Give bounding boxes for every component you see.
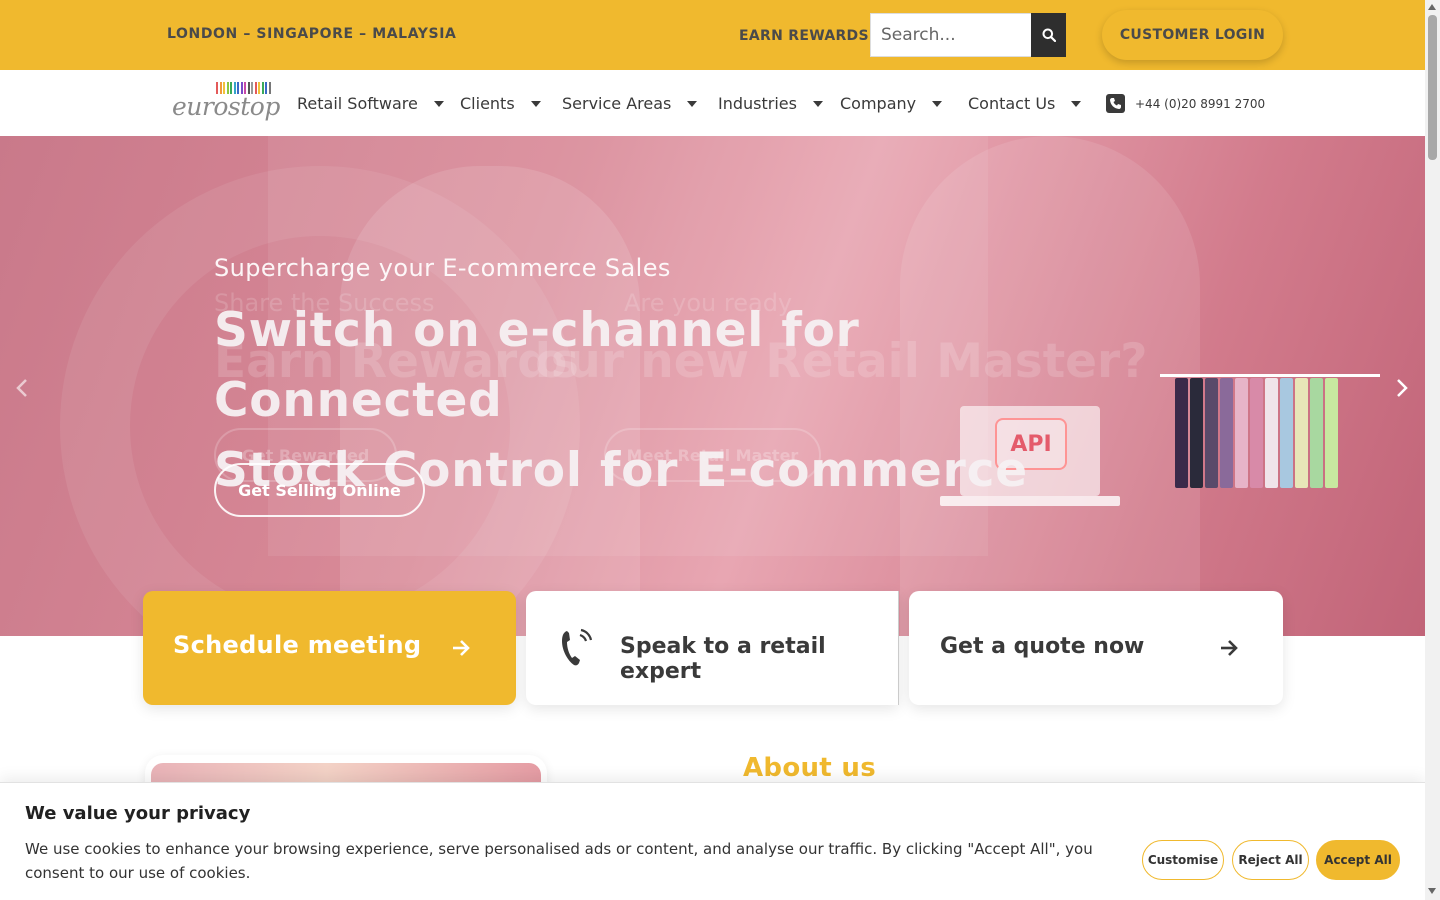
caret-down-icon bbox=[932, 100, 943, 107]
nav-company[interactable]: Company bbox=[840, 94, 943, 113]
nav-label: Service Areas bbox=[562, 94, 672, 113]
nav-retail-software[interactable]: Retail Software bbox=[297, 94, 444, 113]
caret-down-icon bbox=[812, 100, 823, 107]
customer-login-button[interactable]: CUSTOMER LOGIN bbox=[1102, 10, 1283, 60]
speak-to-expert-label: Speak to a retail expert bbox=[620, 634, 826, 684]
eurostop-logo[interactable]: eurostop bbox=[172, 82, 280, 124]
nav-label: Retail Software bbox=[297, 94, 418, 113]
speak-to-expert-card[interactable]: Speak to a retail expert bbox=[526, 591, 898, 705]
chevron-right-icon bbox=[1397, 379, 1408, 397]
search-button[interactable] bbox=[1031, 13, 1066, 57]
arrow-right-icon bbox=[1221, 640, 1238, 656]
phone-link[interactable]: +44 (0)20 8991 2700 bbox=[1106, 94, 1265, 113]
logo-wordmark: eurostop bbox=[172, 92, 280, 121]
nav-label: Company bbox=[840, 94, 917, 113]
caret-down-icon bbox=[1071, 100, 1082, 107]
clothing-rack-illustration bbox=[1160, 366, 1400, 488]
nav-label: Industries bbox=[718, 94, 797, 113]
cookie-description: We use cookies to enhance your browsing … bbox=[25, 840, 1093, 882]
phone-ringing-icon bbox=[562, 628, 593, 666]
reject-all-button[interactable]: Reject All bbox=[1232, 840, 1309, 880]
customise-button[interactable]: Customise bbox=[1142, 840, 1224, 880]
nav-clients[interactable]: Clients bbox=[460, 94, 541, 113]
main-nav: eurostop Retail Software Clients Service… bbox=[0, 70, 1425, 136]
hero-slider: API Share the Success Are you ready Earn… bbox=[0, 136, 1425, 636]
caret-down-icon bbox=[687, 100, 698, 107]
nav-service-areas[interactable]: Service Areas bbox=[562, 94, 698, 113]
scroll-down-arrow-icon[interactable] bbox=[1428, 888, 1436, 894]
about-us-heading: About us bbox=[743, 753, 876, 783]
hero-title-line: Switch on e-channel for Connected bbox=[214, 303, 860, 428]
get-quote-card[interactable]: Get a quote now bbox=[909, 591, 1283, 705]
slider-next-button[interactable] bbox=[1390, 376, 1414, 400]
get-quote-label: Get a quote now bbox=[940, 634, 1145, 659]
cookie-title: We value your privacy bbox=[25, 803, 251, 824]
accept-all-button[interactable]: Accept All bbox=[1316, 840, 1400, 880]
scroll-thumb[interactable] bbox=[1428, 15, 1437, 160]
search-icon bbox=[1042, 28, 1056, 42]
schedule-meeting-card[interactable]: Schedule meeting bbox=[143, 591, 516, 705]
search-input[interactable] bbox=[870, 13, 1031, 57]
scroll-up-arrow-icon[interactable] bbox=[1428, 4, 1436, 10]
phone-icon bbox=[1106, 94, 1125, 113]
slider-prev-button[interactable] bbox=[10, 376, 34, 400]
caret-down-icon bbox=[530, 100, 541, 107]
hero-subtitle: Supercharge your E-commerce Sales bbox=[214, 254, 671, 282]
nav-industries[interactable]: Industries bbox=[718, 94, 823, 113]
page-scrollbar[interactable] bbox=[1425, 0, 1440, 900]
arrow-right-icon bbox=[453, 640, 470, 656]
caret-down-icon bbox=[433, 100, 444, 107]
phone-number: +44 (0)20 8991 2700 bbox=[1135, 96, 1266, 111]
nav-contact-us[interactable]: Contact Us bbox=[968, 94, 1082, 113]
earn-rewards-link[interactable]: EARN REWARDS bbox=[739, 28, 869, 44]
nav-label: Contact Us bbox=[968, 94, 1056, 113]
nav-label: Clients bbox=[460, 94, 515, 113]
schedule-meeting-label: Schedule meeting bbox=[173, 631, 422, 659]
chevron-left-icon bbox=[16, 379, 27, 397]
office-locations: LONDON – SINGAPORE – MALAYSIA bbox=[167, 26, 457, 42]
get-selling-online-button[interactable]: Get Selling Online bbox=[214, 463, 425, 517]
cta-divider bbox=[898, 591, 899, 705]
cookie-consent-banner: We value your privacy We use cookies to … bbox=[0, 782, 1425, 900]
top-bar: LONDON – SINGAPORE – MALAYSIA EARN REWAR… bbox=[0, 0, 1425, 70]
